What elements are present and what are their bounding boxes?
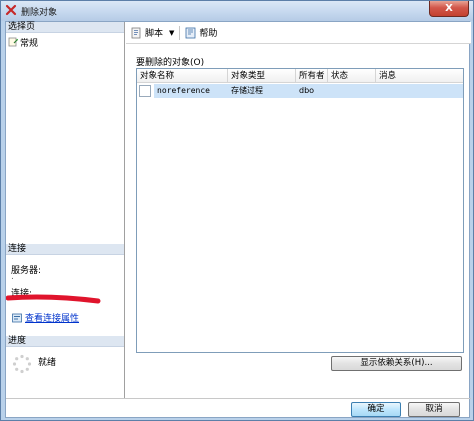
- table-row[interactable]: noreference 存储过程 dbo: [137, 84, 463, 98]
- column-header-name[interactable]: 对象名称: [137, 69, 228, 83]
- server-label: 服务器:: [11, 266, 42, 276]
- properties-icon: [12, 313, 22, 322]
- cell-status: [328, 84, 376, 98]
- cell-message: [376, 84, 463, 98]
- help-button[interactable]: 帮助: [183, 24, 219, 42]
- show-dependencies-button[interactable]: 显示依赖关系(H)...: [331, 356, 462, 371]
- window-title: 删除对象: [21, 8, 58, 18]
- view-conn-props-row: 查看连接属性: [12, 311, 79, 324]
- close-button[interactable]: X: [429, 1, 469, 17]
- cell-owner: dbo: [296, 84, 328, 98]
- close-icon: X: [445, 3, 453, 14]
- row-select-box[interactable]: [139, 85, 151, 97]
- cell-name: noreference: [154, 84, 228, 98]
- toolbar: 脚本 ▼ 帮助: [126, 22, 471, 44]
- view-conn-props-link[interactable]: 查看连接属性: [25, 311, 79, 324]
- objects-grid[interactable]: 对象名称 对象类型 所有者 状态 消息 noreference 存储过程 dbo: [136, 68, 464, 353]
- select-page-header: 选择页: [6, 22, 124, 33]
- progress-status: 就绪: [38, 358, 57, 368]
- script-icon: [131, 27, 141, 38]
- footer-divider: [6, 398, 471, 399]
- objects-label: 要删除的对象(O): [136, 58, 205, 68]
- column-header-type[interactable]: 对象类型: [228, 69, 296, 83]
- title-bar[interactable]: 删除对象 X: [1, 1, 473, 21]
- page-item-general[interactable]: 常规: [8, 36, 39, 49]
- server-value: .: [11, 272, 14, 282]
- progress-spinner-icon: [12, 354, 32, 374]
- chevron-down-icon[interactable]: ▼: [169, 29, 174, 37]
- script-label: 脚本: [145, 29, 164, 39]
- help-label: 帮助: [199, 29, 218, 39]
- cancel-button[interactable]: 取消: [408, 402, 460, 417]
- script-button[interactable]: 脚本 ▼: [129, 24, 176, 42]
- help-icon: [186, 27, 196, 38]
- connection-header: 连接: [6, 244, 124, 255]
- delete-icon: [5, 4, 17, 16]
- grid-header: 对象名称 对象类型 所有者 状态 消息: [137, 69, 463, 83]
- page-item-label: 常规: [20, 38, 39, 49]
- ok-button[interactable]: 确定: [351, 402, 401, 417]
- column-header-status[interactable]: 状态: [328, 69, 376, 83]
- left-pane: 选择页 常规 连接 服务器: . 连接: 查看连接属性 进度 就绪: [6, 22, 125, 398]
- dialog-client: 选择页 常规 连接 服务器: . 连接: 查看连接属性 进度 就绪 脚本 ▼ 帮…: [5, 21, 471, 418]
- redaction-mark: [6, 294, 101, 304]
- cell-type: 存储过程: [228, 84, 296, 98]
- progress-header: 进度: [6, 336, 124, 347]
- dialog-window: 删除对象 X 选择页 常规 连接 服务器: . 连接: 查看连接属性 进度 就绪…: [0, 0, 474, 421]
- toolbar-separator: [179, 25, 181, 40]
- page-icon: [8, 37, 18, 47]
- column-header-message[interactable]: 消息: [376, 69, 463, 83]
- column-header-owner[interactable]: 所有者: [296, 69, 328, 83]
